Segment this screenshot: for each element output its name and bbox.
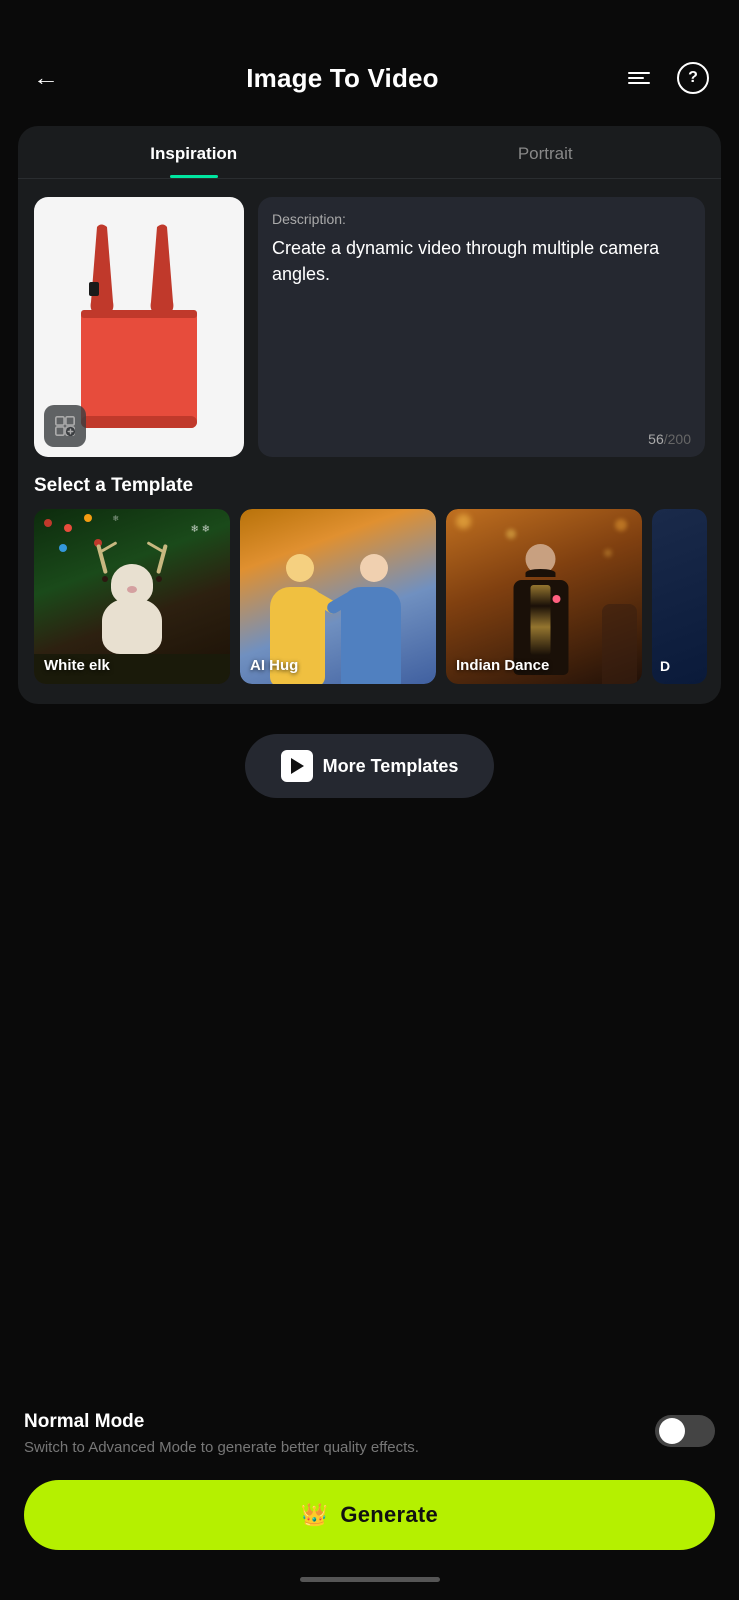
bag-svg [69,222,209,432]
tab-bar: Inspiration Portrait [18,126,721,179]
edit-icon [54,415,76,437]
home-indicator [0,1565,739,1590]
description-text: Create a dynamic video through multiple … [272,235,691,423]
template-card-white-elk[interactable]: ❄ ❄ ❄ [34,509,230,684]
list-menu-button[interactable] [621,60,657,96]
normal-mode-row: Normal Mode Switch to Advanced Mode to g… [24,1411,715,1458]
template-card-ai-hug[interactable]: AI Hug [240,509,436,684]
mode-title: Normal Mode [24,1411,639,1433]
header: ← Image To Video ? [0,0,739,116]
mode-description: Switch to Advanced Mode to generate bett… [24,1437,639,1458]
more-templates-button[interactable]: More Templates [245,734,495,798]
toggle-knob [659,1418,685,1444]
back-arrow-icon: ← [33,65,59,91]
generate-button[interactable]: 👑 Generate [24,1480,715,1550]
generate-button-label: Generate [340,1502,438,1528]
image-upload-area[interactable] [34,197,244,457]
template-row: ❄ ❄ ❄ [18,509,721,684]
template-card-partial[interactable]: D [652,509,707,684]
header-icons: ? [621,60,711,96]
list-line-2 [628,77,644,79]
crown-icon: 👑 [301,1502,328,1528]
tab-inspiration[interactable]: Inspiration [18,144,370,178]
template-card-indian-dance[interactable]: Indian Dance [446,509,642,684]
back-button[interactable]: ← [28,60,64,96]
template-label-indian-dance: Indian Dance [456,657,549,674]
template-label-ai-hug: AI Hug [250,657,298,674]
more-templates-section: More Templates [0,704,739,798]
mode-text-wrap: Normal Mode Switch to Advanced Mode to g… [24,1411,639,1458]
tab-portrait[interactable]: Portrait [370,144,722,178]
list-line-3 [628,82,650,84]
help-icon: ? [677,62,709,94]
play-icon [291,758,304,774]
char-counter: 56/200 [272,431,691,447]
list-line-1 [628,72,650,74]
description-box[interactable]: Description: Create a dynamic video thro… [258,197,705,457]
template-label-white-elk: White elk [44,657,110,674]
description-label: Description: [272,211,691,227]
edit-image-button[interactable] [44,405,86,447]
content-area: Description: Create a dynamic video thro… [18,179,721,457]
list-icon [628,72,650,84]
section-title-template: Select a Template [18,457,721,509]
page-title: Image To Video [246,63,439,94]
char-current: 56 [648,431,664,447]
home-bar [300,1577,440,1582]
char-max: 200 [668,431,691,447]
template-label-partial: D [660,658,670,674]
main-card: Inspiration Portrait [18,126,721,704]
more-templates-label: More Templates [323,756,459,777]
mode-toggle[interactable] [655,1415,715,1447]
play-icon-wrap [281,750,313,782]
help-button[interactable]: ? [675,60,711,96]
